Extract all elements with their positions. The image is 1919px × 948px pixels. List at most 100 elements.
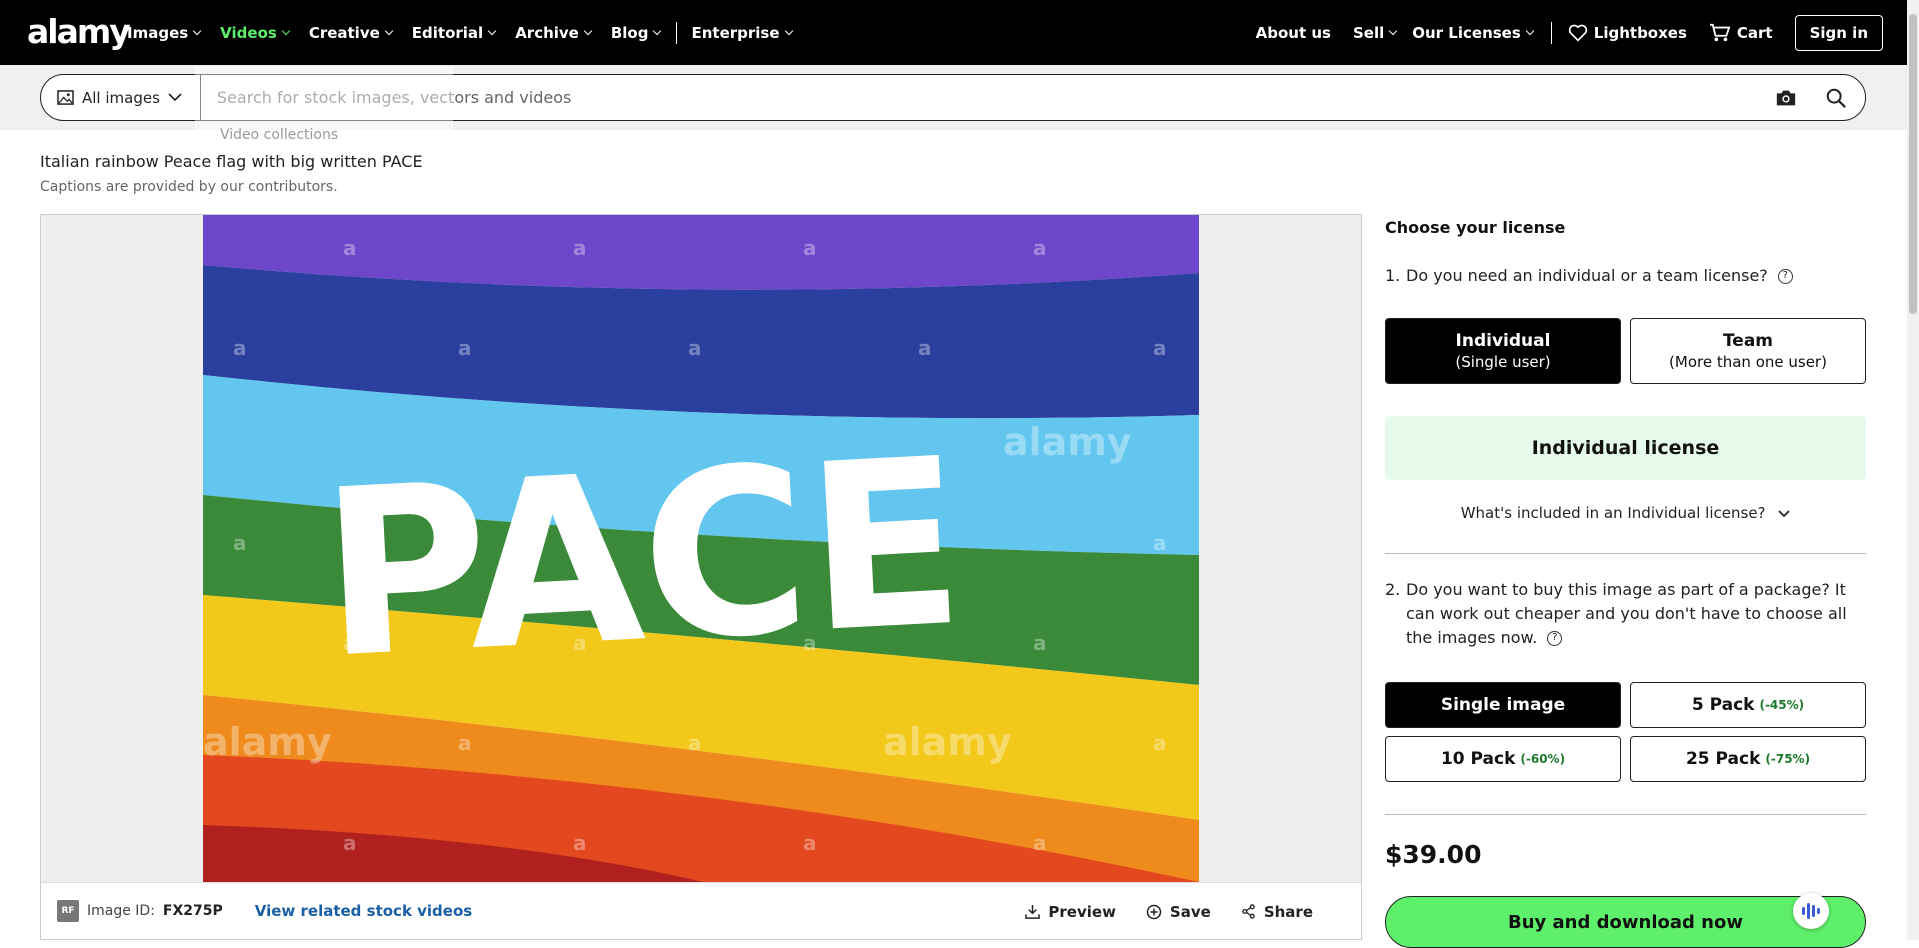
share-button[interactable]: Share [1241, 903, 1313, 921]
pack-discount: (-75%) [1765, 752, 1811, 766]
chevron-down-icon [1389, 26, 1398, 36]
nav-cart-label: Cart [1736, 23, 1773, 42]
nav-lightboxes-label: Lightboxes [1593, 23, 1687, 42]
page-scrollbar[interactable] [1907, 0, 1919, 940]
price: $39.00 [1385, 840, 1482, 869]
pack-5[interactable]: 5 Pack (-45%) [1630, 682, 1866, 728]
nav-archive[interactable]: Archive [515, 23, 593, 42]
search-scope-label: All images [82, 88, 160, 107]
nav-cart[interactable]: Cart [1709, 23, 1773, 43]
svg-text:alamy: alamy [203, 720, 332, 764]
help-icon[interactable]: ? [1547, 631, 1563, 646]
nav-editorial[interactable]: Editorial [411, 23, 497, 42]
videos-dropdown-menu: Video collections [195, 66, 453, 160]
chevron-down-icon [1525, 26, 1535, 36]
svg-text:a: a [233, 336, 247, 360]
nav-videos[interactable]: Videos [220, 24, 291, 42]
chevron-down-icon [281, 26, 291, 36]
pack-label: 25 Pack [1685, 749, 1761, 769]
plus-circle-icon [1146, 904, 1162, 919]
svg-text:a: a [458, 336, 472, 360]
search-scope-dropdown[interactable]: All images [41, 75, 201, 120]
svg-text:a: a [918, 336, 932, 360]
image-id-value: FX275P [162, 903, 223, 919]
chevron-down-icon [384, 26, 394, 36]
selected-license-box: Individual license [1385, 416, 1866, 480]
save-button[interactable]: Save [1146, 903, 1211, 921]
nav-editorial-label: Editorial [411, 23, 484, 42]
ghost-menu-item[interactable]: Video collections [220, 127, 338, 143]
svg-text:a: a [573, 236, 587, 260]
nav-blog-label: Blog [610, 23, 649, 42]
related-videos-link[interactable]: View related stock videos [255, 902, 472, 920]
pack-discount: (-45%) [1759, 698, 1805, 712]
rainbow-flag-image: aaaa aaaaa aa aaaa aaa aaaa alamyalamy al… [203, 215, 1199, 882]
pack-10[interactable]: 10 Pack (-60%) [1385, 736, 1621, 782]
stock-image-preview[interactable]: aaaa aaaaa aa aaaa aaa aaaa alamy alamy al… [203, 215, 1199, 882]
nav-divider [676, 21, 678, 44]
divider [1385, 553, 1866, 554]
preview-label: Preview [1048, 902, 1116, 921]
primary-nav: Images Videos Creative Editorial Archive… [127, 0, 812, 65]
question-1-text: Do you need an individual or a team lice… [1406, 266, 1768, 285]
svg-text:alamy: alamy [1003, 420, 1132, 464]
nav-lightboxes[interactable]: Lightboxes [1568, 24, 1687, 42]
nav-enterprise[interactable]: Enterprise [691, 23, 793, 42]
individual-license-option[interactable]: Individual (Single user) [1385, 318, 1621, 384]
license-heading: Choose your license [1385, 218, 1566, 237]
team-license-option[interactable]: Team (More than one user) [1630, 318, 1866, 384]
caption-note: Captions are provided by our contributor… [40, 179, 338, 195]
svg-text:a: a [1153, 731, 1167, 755]
save-label: Save [1169, 902, 1211, 921]
scrollbar-thumb[interactable] [1909, 14, 1917, 314]
search-icon[interactable] [1825, 87, 1847, 109]
audio-wave-icon [1802, 903, 1820, 919]
chevron-down-icon [168, 93, 182, 102]
whats-included-toggle[interactable]: What's included in an Individual license… [1385, 504, 1866, 522]
image-caption: Italian rainbow Peace flag with big writ… [40, 152, 423, 171]
svg-text:a: a [573, 831, 587, 855]
assistant-widget[interactable] [1793, 893, 1829, 929]
nav-divider-right [1550, 21, 1552, 44]
nav-sell[interactable]: Sell [1352, 23, 1398, 42]
pack-25[interactable]: 25 Pack (-75%) [1630, 736, 1866, 782]
download-icon [1025, 904, 1041, 919]
svg-text:a: a [1153, 336, 1167, 360]
chevron-down-icon [1778, 510, 1790, 518]
sign-in-button[interactable]: Sign in [1794, 14, 1883, 51]
share-label: Share [1263, 902, 1313, 921]
image-actions: Preview Save Share [1025, 883, 1313, 940]
nav-our-licenses[interactable]: Our Licenses [1412, 23, 1535, 42]
question-2-number: 2. [1385, 580, 1401, 599]
svg-text:a: a [688, 336, 702, 360]
svg-text:alamy: alamy [883, 720, 1012, 764]
pack-single-image[interactable]: Single image [1385, 682, 1621, 728]
svg-text:a: a [1033, 631, 1047, 655]
nav-creative-label: Creative [308, 23, 380, 42]
whats-included-label: What's included in an Individual license… [1460, 504, 1766, 522]
svg-text:a: a [1033, 236, 1047, 260]
preview-button[interactable]: Preview [1025, 903, 1116, 921]
help-icon[interactable]: ? [1777, 269, 1793, 284]
top-navigation: alamy Images Videos Creative Editorial A… [0, 0, 1919, 65]
nav-licenses-label: Our Licenses [1412, 23, 1521, 42]
svg-text:a: a [233, 531, 247, 555]
nav-enterprise-label: Enterprise [691, 23, 780, 42]
nav-sell-label: Sell [1352, 23, 1385, 42]
image-id-label: Image ID: [87, 903, 155, 919]
secondary-nav: About us Sell Our Licenses Lightboxes Ca… [1234, 0, 1883, 65]
svg-text:a: a [1033, 831, 1047, 855]
camera-icon[interactable] [1775, 87, 1797, 109]
svg-text:a: a [343, 831, 357, 855]
nav-blog[interactable]: Blog [610, 23, 662, 42]
nav-images[interactable]: Images [127, 24, 202, 42]
svg-text:a: a [803, 236, 817, 260]
nav-archive-label: Archive [515, 23, 579, 42]
alamy-logo[interactable]: alamy [27, 12, 131, 51]
question-2: 2. Do you want to buy this image as part… [1385, 578, 1866, 650]
cart-icon [1709, 23, 1731, 41]
flag-pace-text: PACE [316, 410, 969, 710]
nav-about-us[interactable]: About us [1256, 24, 1331, 42]
image-meta-bar: RF Image ID: FX275P View related stock v… [41, 882, 1361, 939]
nav-creative[interactable]: Creative [308, 23, 394, 42]
